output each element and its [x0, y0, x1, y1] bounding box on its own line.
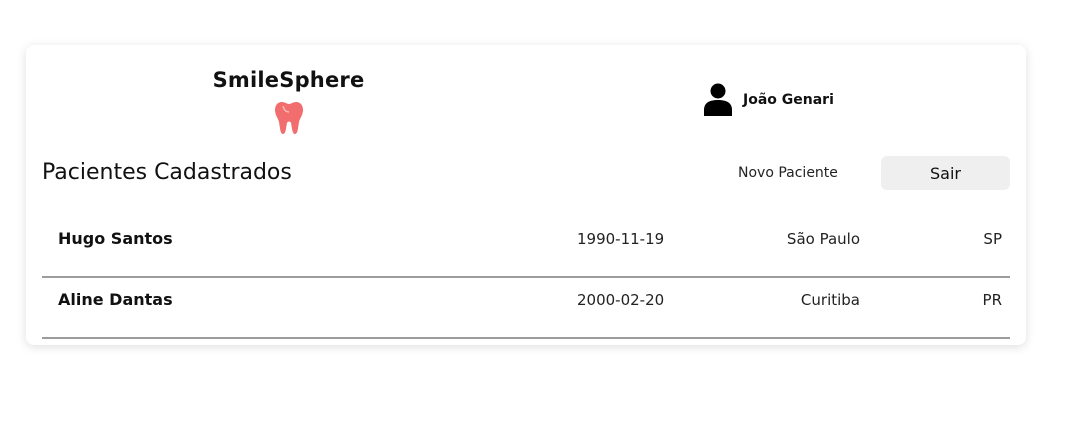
patient-birth-date: 1990-11-19 — [577, 230, 665, 248]
patient-row[interactable]: Hugo Santos 1990-11-19 São Paulo SP — [42, 217, 1010, 278]
user-name: João Genari — [743, 91, 834, 108]
patients-card: SmileSphere João Genari Pacientes Cadast… — [26, 45, 1026, 345]
exit-button[interactable]: Sair — [881, 156, 1010, 190]
patient-list: Hugo Santos 1990-11-19 São Paulo SP Alin… — [42, 217, 1010, 339]
patient-state: SP — [983, 230, 1002, 248]
new-patient-button[interactable]: Novo Paciente — [738, 162, 838, 184]
patient-state: PR — [982, 291, 1002, 309]
brand-name: SmileSphere — [212, 68, 365, 92]
patient-birth-date: 2000-02-20 — [577, 291, 665, 309]
page-title: Pacientes Cadastrados — [42, 160, 292, 185]
patient-name: Aline Dantas — [58, 290, 173, 309]
tooth-icon — [274, 102, 303, 134]
user-icon — [704, 83, 732, 116]
patient-city: Curitiba — [800, 291, 860, 309]
patient-name: Hugo Santos — [58, 229, 173, 248]
patient-row[interactable]: Aline Dantas 2000-02-20 Curitiba PR — [42, 278, 1010, 339]
brand: SmileSphere — [211, 65, 366, 135]
patient-city: São Paulo — [786, 230, 860, 248]
user-info: João Genari — [704, 83, 834, 116]
